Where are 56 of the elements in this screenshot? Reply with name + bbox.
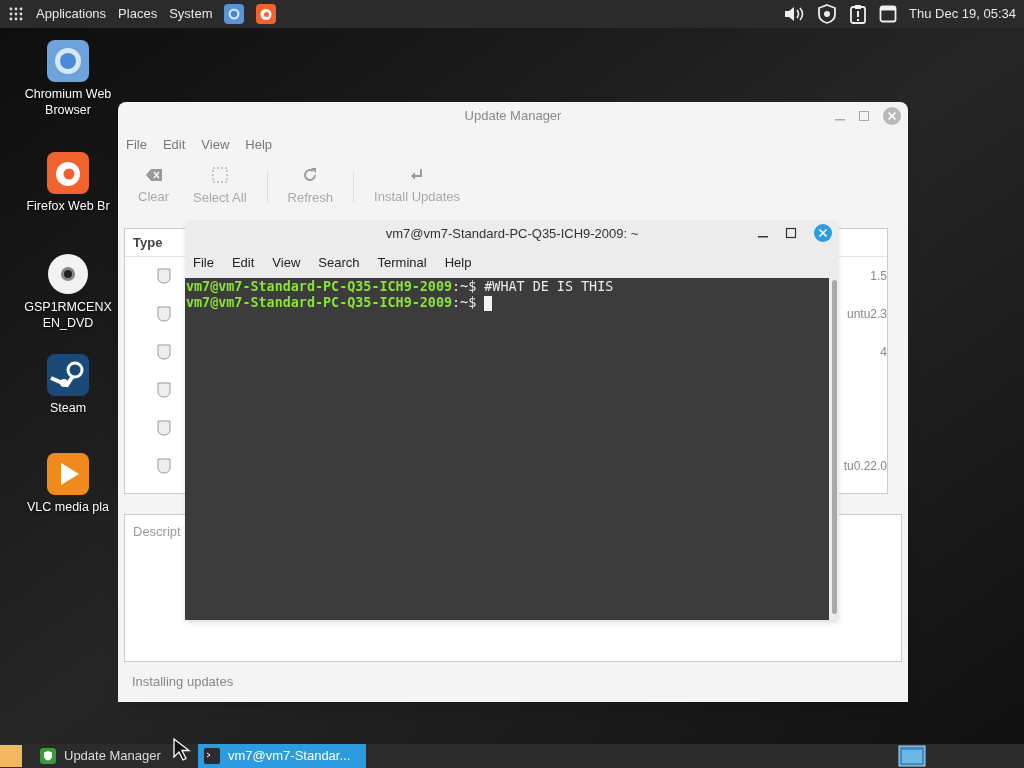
fox-browser-icon[interactable] <box>47 152 89 194</box>
desktop-icon-label[interactable]: VLC media pla <box>27 499 109 515</box>
menu-item[interactable]: File <box>126 135 147 155</box>
panel-menu[interactable]: Applications <box>36 4 107 24</box>
terminal-line: vm7@vm7-Standard-PC-Q35-ICH9-2009:~$ <box>186 295 478 311</box>
menu-item[interactable]: View <box>201 135 230 155</box>
browser-icon[interactable] <box>47 40 89 82</box>
terminal-line: vm7@vm7-Standard-PC-Q35-ICH9-2009:~$ #WHAT DE IS THIS <box>186 279 614 295</box>
shield-icon <box>157 382 171 398</box>
backspace-icon <box>144 167 163 184</box>
shield-icon <box>157 344 171 360</box>
desktop-icon-label[interactable]: Firefox Web Br <box>26 198 110 214</box>
shield-icon[interactable] <box>817 4 838 24</box>
shield-icon <box>157 458 171 474</box>
desktop-icon-label[interactable]: GSP1RMCENX EN_DVD <box>20 299 116 331</box>
clock[interactable]: Thu Dec 19, 05:34 <box>909 4 1016 24</box>
dashed-square-icon <box>210 166 229 185</box>
menu-item[interactable]: Edit <box>231 253 255 273</box>
scrollbar-thumb[interactable] <box>831 280 837 614</box>
menu-item[interactable]: Help <box>444 253 472 273</box>
terminal-icon <box>204 748 220 764</box>
mouse-pointer-icon <box>172 737 192 761</box>
clipboard-alert-icon[interactable] <box>849 4 868 24</box>
panel-menu[interactable]: Places <box>118 4 158 24</box>
menu-item[interactable]: Help <box>245 135 273 155</box>
play-icon[interactable] <box>47 453 89 495</box>
app-grid-icon[interactable] <box>8 6 24 22</box>
window-title: Update Manager <box>464 107 562 126</box>
close-icon[interactable] <box>813 223 833 243</box>
panel-menu[interactable]: System <box>169 4 213 24</box>
window-icon[interactable] <box>879 5 898 23</box>
status-text: Installing updates <box>132 673 234 692</box>
menu-item[interactable]: Search <box>318 253 360 273</box>
version-text: 4 <box>880 344 887 361</box>
steam-icon[interactable] <box>47 354 89 396</box>
shield-icon <box>157 268 171 284</box>
browser-launcher-icon[interactable] <box>224 4 245 24</box>
maximize-icon[interactable] <box>785 227 797 239</box>
menu-item[interactable]: Edit <box>162 135 186 155</box>
version-text: untu2.3 <box>846 306 887 323</box>
volume-icon[interactable] <box>783 4 806 24</box>
workspace-switcher-icon[interactable] <box>898 745 926 767</box>
version-text: tu0.22.0 <box>843 458 887 475</box>
disc-icon[interactable] <box>47 253 89 295</box>
version-text: 1.5 <box>870 268 887 285</box>
desktop-icon-label[interactable]: Steam <box>49 400 87 416</box>
menu-item[interactable]: View <box>272 253 301 273</box>
shield-icon <box>40 748 56 764</box>
menu-item[interactable]: Terminal <box>377 253 427 273</box>
desktop-icon-label[interactable]: Chromium Web Browser <box>20 86 116 118</box>
shield-icon <box>157 420 171 436</box>
column-header[interactable]: Type <box>133 232 163 253</box>
browser-launcher-icon[interactable] <box>256 4 277 24</box>
window-title: vm7@vm7-Standard-PC-Q35-ICH9-2009: ~ <box>385 225 639 244</box>
menu-item[interactable]: File <box>193 253 214 273</box>
shield-icon <box>157 306 171 322</box>
